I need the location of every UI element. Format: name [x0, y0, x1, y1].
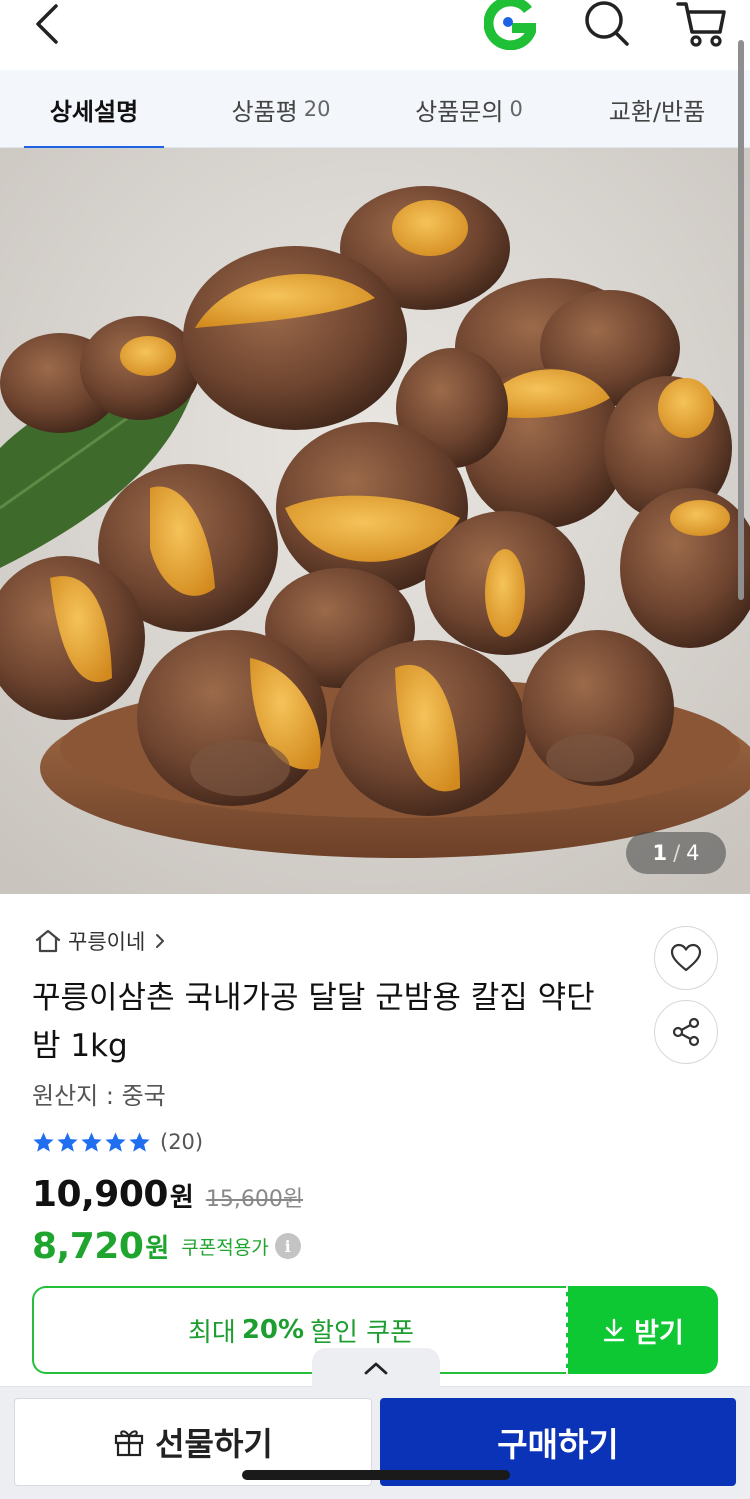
- product-title: 꾸릉이삼촌 국내가공 달달 군밤용 칼집 약단밤 1kg: [32, 980, 595, 1064]
- product-tabs: 상세설명 상품평 20 상품문의 0 교환/반품: [0, 70, 750, 149]
- g-logo-icon: [483, 0, 539, 51]
- star-rating: [32, 1131, 152, 1154]
- chevron-right-icon: [156, 934, 165, 948]
- share-icon: [672, 1017, 700, 1047]
- star-icon: [81, 1131, 102, 1152]
- store-name: 꾸릉이네: [68, 930, 146, 954]
- gift-icon: [115, 1430, 144, 1457]
- info-icon[interactable]: i: [274, 1233, 301, 1259]
- gift-label: 선물하기: [155, 1425, 273, 1463]
- rating-summary[interactable]: (20): [32, 1126, 203, 1158]
- image-pager: 1 / 4: [626, 832, 726, 874]
- coupon-price-row: 8,720 원 쿠폰적용가 i: [32, 1222, 301, 1270]
- coupon-price-unit: 원: [145, 1233, 170, 1264]
- chestnut-photo: [0, 148, 750, 894]
- tab-label: 교환/반품: [608, 97, 706, 126]
- top-bar: [0, 0, 750, 70]
- tab-label: 상세설명: [49, 97, 139, 126]
- pager-total: 4: [686, 841, 700, 865]
- star-icon: [129, 1131, 150, 1152]
- tab-review[interactable]: 상품평 20: [214, 70, 348, 148]
- store-link[interactable]: 꾸릉이네: [34, 926, 167, 956]
- heart-icon: [670, 943, 702, 972]
- coupon-download-label: 받기: [634, 1317, 684, 1349]
- wishlist-button[interactable]: [654, 926, 718, 990]
- cart-button[interactable]: [674, 0, 730, 50]
- tab-label: 상품문의: [415, 97, 504, 126]
- search-button[interactable]: [580, 0, 632, 50]
- coupon-banner[interactable]: 최대 20% 할인 쿠폰: [32, 1286, 568, 1374]
- tab-count: 20: [303, 97, 331, 121]
- home-indicator[interactable]: [242, 1470, 510, 1480]
- coupon-suffix: 할인 쿠폰: [310, 1317, 415, 1348]
- coupon-prefix: 최대: [187, 1317, 236, 1348]
- share-button[interactable]: [654, 1000, 718, 1064]
- tab-label: 상품평: [231, 97, 298, 126]
- tab-count: 0: [509, 97, 523, 121]
- coupon-percent: 20%: [241, 1315, 305, 1345]
- star-icon: [33, 1131, 54, 1152]
- sale-price: 10,900: [32, 1174, 168, 1215]
- cart-icon: [676, 2, 726, 47]
- coupon-download-button[interactable]: 받기: [566, 1286, 718, 1374]
- collapse-toggle[interactable]: [312, 1348, 440, 1388]
- original-price: 15,600원: [205, 1187, 304, 1212]
- tab-detail[interactable]: 상세설명: [24, 70, 164, 149]
- home-icon: [35, 929, 61, 953]
- pager-separator: /: [673, 841, 681, 865]
- tab-exchange[interactable]: 교환/반품: [590, 70, 724, 148]
- tab-qna[interactable]: 상품문의 0: [398, 70, 540, 148]
- pager-current: 1: [652, 841, 668, 865]
- g-logo[interactable]: [483, 0, 539, 51]
- star-icon: [57, 1131, 78, 1152]
- coupon-price-label: 쿠폰적용가: [181, 1236, 269, 1259]
- search-icon: [585, 1, 629, 46]
- chevron-up-icon: [364, 1362, 388, 1375]
- price-row: 10,900 원 15,600원: [32, 1174, 303, 1222]
- back-button[interactable]: [26, 0, 70, 48]
- product-image[interactable]: [0, 148, 750, 894]
- scrollbar[interactable]: [738, 40, 744, 600]
- download-icon: [603, 1318, 625, 1342]
- coupon-price: 8,720: [32, 1225, 144, 1267]
- buy-label: 구매하기: [497, 1425, 619, 1464]
- back-arrow-icon: [36, 4, 58, 44]
- rating-count: (20): [160, 1130, 204, 1154]
- sale-price-unit: 원: [169, 1183, 194, 1213]
- star-icon: [105, 1131, 126, 1152]
- product-origin: 원산지 : 중국: [32, 1082, 166, 1110]
